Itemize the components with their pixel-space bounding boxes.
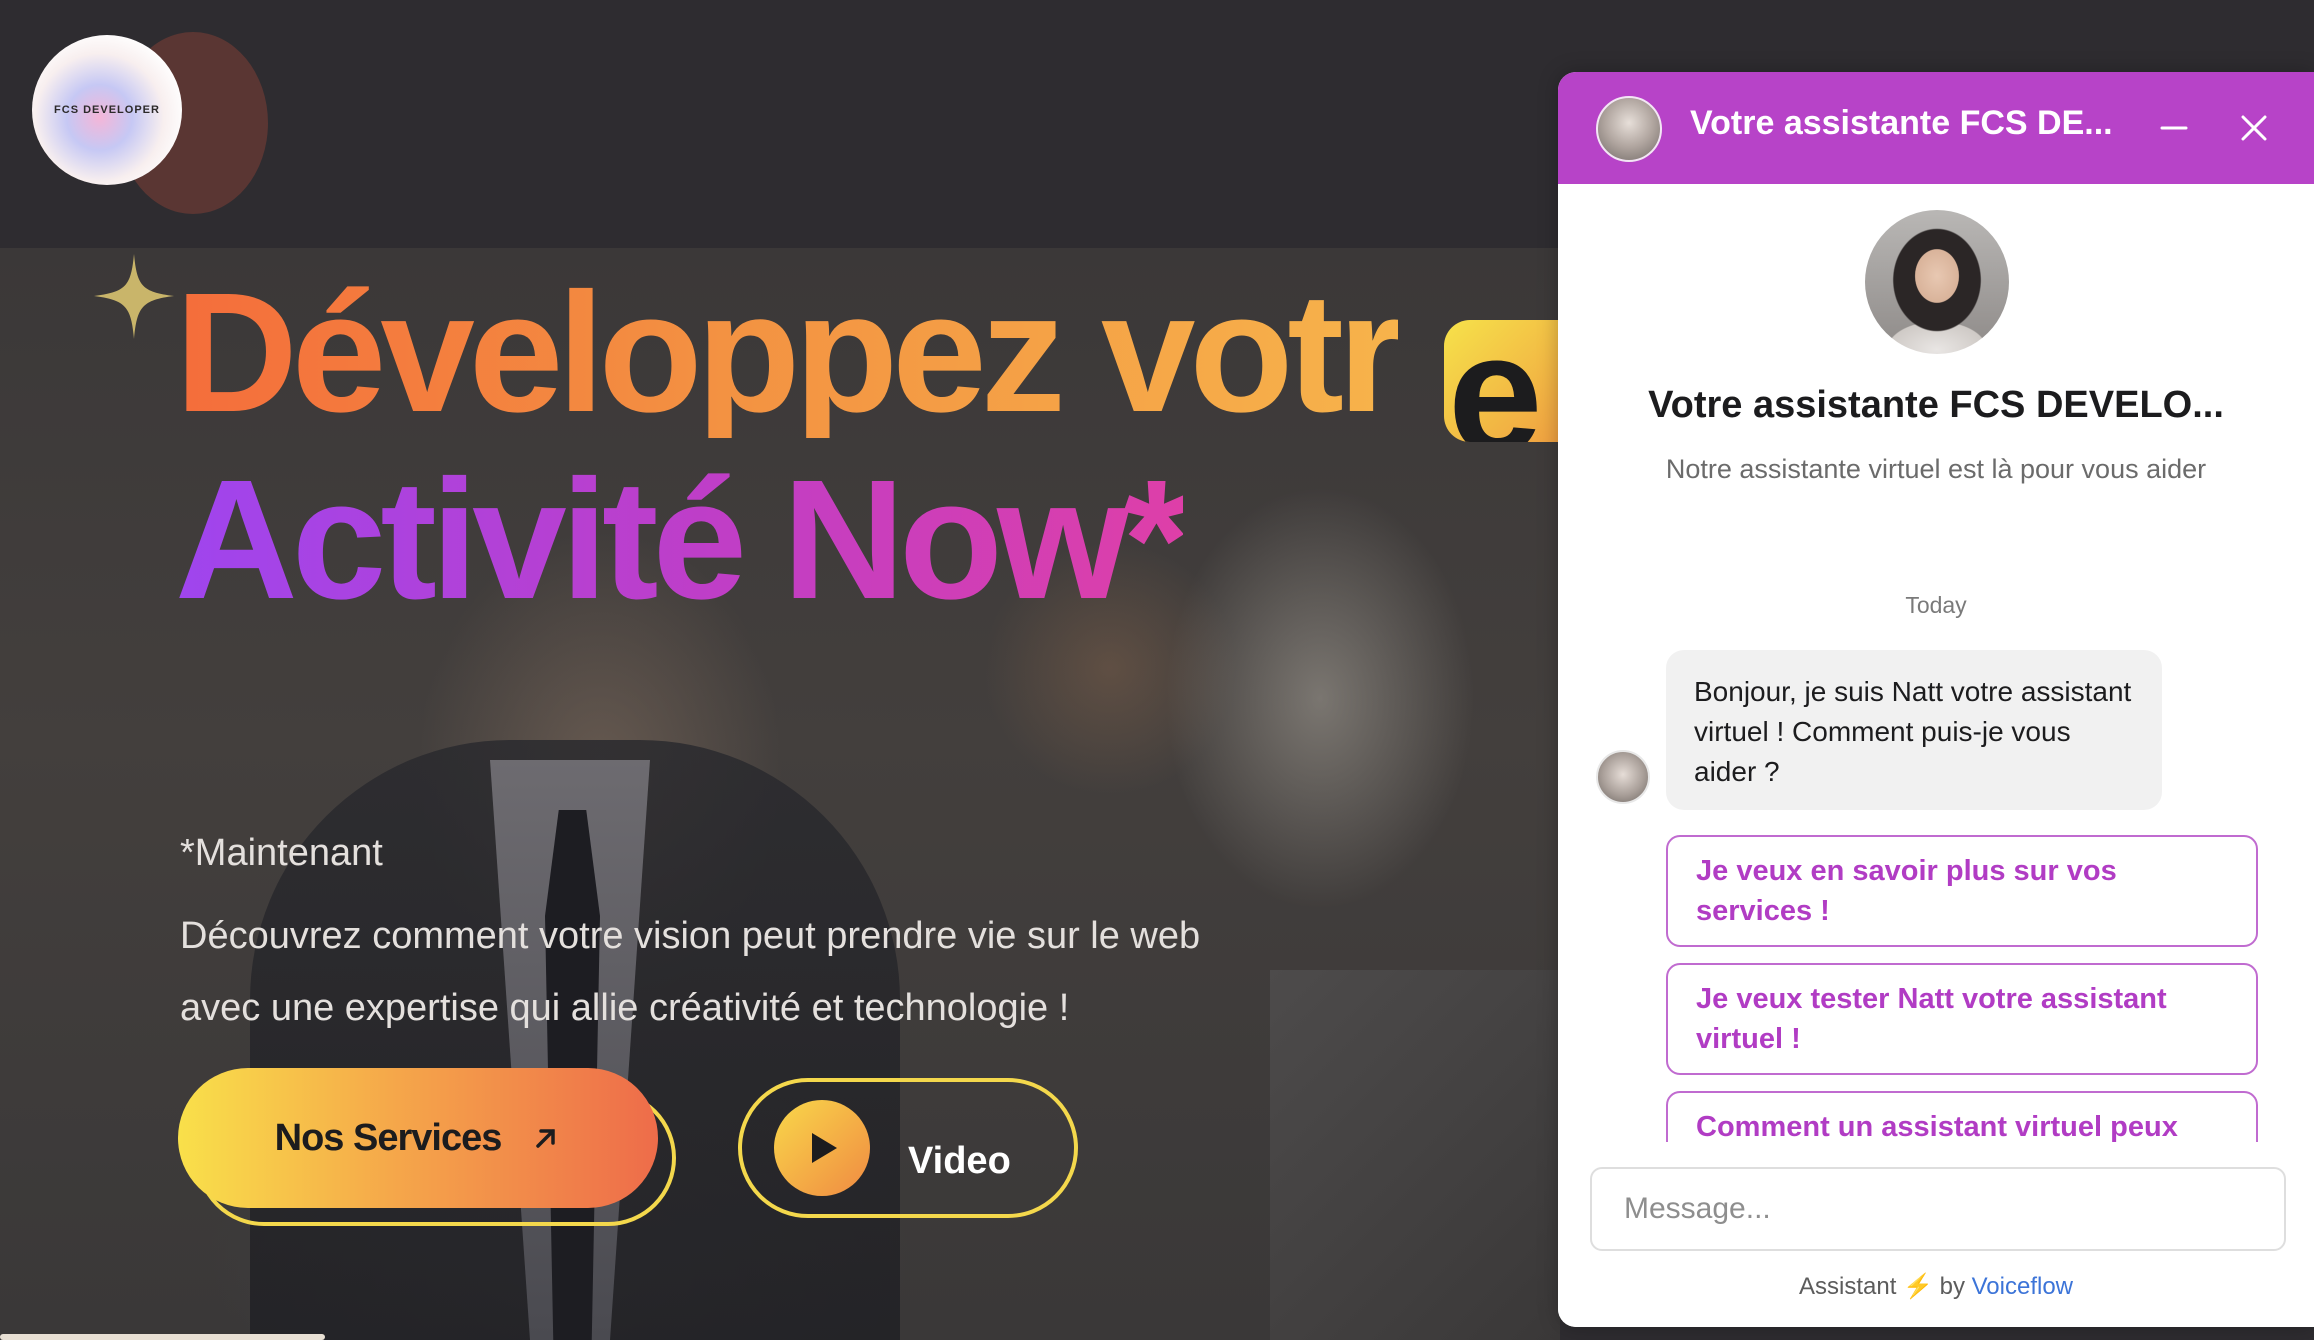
chat-header-avatar — [1596, 96, 1662, 162]
services-button[interactable]: Nos Services — [178, 1068, 658, 1208]
lightning-icon: ⚡ — [1903, 1273, 1933, 1300]
chat-header-title: Votre assistante FCS DE... — [1690, 104, 2113, 142]
assistant-description: Notre assistante virtuel est là pour vou… — [1665, 454, 2207, 484]
play-button[interactable] — [774, 1100, 870, 1196]
bottom-divider — [0, 1334, 325, 1340]
hero-description: Découvrez comment votre vision peut pren… — [180, 915, 1201, 1029]
footer-by: by — [1939, 1273, 1965, 1300]
close-icon[interactable] — [2238, 112, 2270, 144]
footer-prefix: Assistant — [1798, 1273, 1897, 1300]
headline-line-1: Développez votr — [175, 258, 1404, 448]
hero-photo-laptop — [1270, 970, 1560, 1340]
headline-highlight-box: e — [1444, 320, 1560, 442]
assistant-avatar — [1865, 210, 2009, 354]
arrow-up-right-icon — [536, 1129, 556, 1148]
headline-line-2: Activité Now* — [175, 445, 1189, 635]
services-button-label: Nos Services — [274, 1116, 503, 1159]
chat-header: Votre assistante FCS DE... — [1558, 72, 2314, 184]
message-avatar — [1596, 750, 1650, 804]
video-button-label: Video — [908, 1140, 1011, 1182]
logo[interactable]: FCS DEVELOPER — [32, 35, 182, 185]
date-separator: Today — [1905, 592, 1967, 618]
assistant-name: Votre assistante FCS DEVELO... — [1648, 384, 2224, 426]
sparkle-icon — [94, 254, 174, 339]
minimize-icon[interactable] — [2158, 112, 2190, 144]
assistant-message: Bonjour, je suis Natt votre assistant vi… — [1666, 650, 2162, 810]
voiceflow-link[interactable]: Voiceflow — [1972, 1273, 2073, 1300]
hero-tagline: *Maintenant — [180, 832, 383, 874]
choice-button[interactable]: Je veux en savoir plus sur vos services … — [1666, 835, 2258, 947]
play-icon — [812, 1133, 837, 1163]
headline-highlight-letter: e — [1448, 320, 1543, 442]
chat-widget: Votre assistante FCS DE... Votre assista… — [1558, 72, 2314, 1327]
message-input[interactable] — [1590, 1167, 2286, 1251]
chat-footer: Assistant ⚡ by Voiceflow — [1558, 1272, 2314, 1301]
logo-text: FCS DEVELOPER — [54, 104, 160, 116]
choice-button[interactable]: Je veux tester Natt votre assistant virt… — [1666, 963, 2258, 1075]
